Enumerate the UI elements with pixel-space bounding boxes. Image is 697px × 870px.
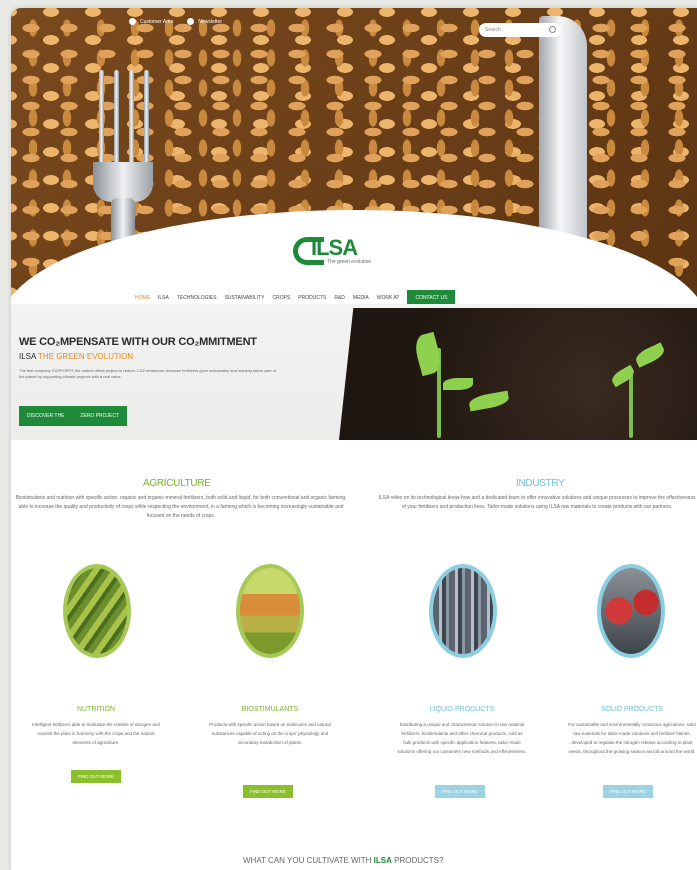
nutrition-image[interactable] <box>63 564 131 658</box>
nav-item-products[interactable]: PRODUCTS <box>298 295 326 301</box>
nav-item-technologies[interactable]: TECHNOLOGIES <box>177 295 217 301</box>
customer-area-link[interactable]: Customer Area <box>129 18 173 25</box>
promo-title: WE CO₂MPENSATE WITH OUR CO₂MMITMENT <box>19 336 257 348</box>
nav-item-work-at[interactable]: WORK AT <box>377 295 400 301</box>
promo-text: The first company SUPPORTS the carbon of… <box>19 368 277 379</box>
user-icon <box>129 18 136 25</box>
agriculture-title: AGRICULTURE <box>143 478 211 489</box>
nav-item-home[interactable]: HOME <box>135 295 150 301</box>
seedling-image <box>339 308 697 440</box>
solid-products-find-out-more-button[interactable]: FIND OUT MORE <box>603 785 653 798</box>
liquid-products-image[interactable] <box>429 564 497 658</box>
nutrition-find-out-more-button[interactable]: FIND OUT MORE <box>71 770 121 783</box>
nutrition-title: NUTRITION <box>76 706 116 713</box>
nav-item-media[interactable]: MEDIA <box>353 295 369 301</box>
liquid-products-title: LIQUID PRODUCTS <box>429 706 495 713</box>
solid-products-title: SOLID PRODUCTS <box>600 706 664 713</box>
newsletter-link[interactable]: Newsletter <box>187 18 222 25</box>
nutrition-text: Intelligent fertilizers able to modulate… <box>32 722 160 745</box>
industry-text: ILSA relies on its technological know-ho… <box>378 495 696 510</box>
cultivate-heading: WHAT CAN YOU CULTIVATE WITH ILSA PRODUCT… <box>243 856 444 865</box>
top-bar: Customer Area Newsletter <box>129 18 222 25</box>
agriculture-text: Biostimulants and nutrition with specifi… <box>15 495 347 519</box>
solid-products-text: For sustainable and environmentally cons… <box>568 722 696 754</box>
biostimulants-title: BIOSTIMULANTS <box>241 706 299 713</box>
ilsa-logo[interactable]: ILSA The green evolution <box>293 231 383 267</box>
nav-item-rd[interactable]: R&D <box>334 295 345 301</box>
nav-item-crops[interactable]: CROPS <box>273 295 291 301</box>
search-input[interactable]: Search <box>479 23 561 37</box>
promo-subtitle: ILSA THE GREEN EVOLUTION <box>19 352 134 361</box>
liquid-products-find-out-more-button[interactable]: FIND OUT MORE <box>435 785 485 798</box>
discover-zero-project-button[interactable]: DISCOVER THE ZERO PROJECT <box>19 406 128 426</box>
liquid-products-text: Distributing a unique and characteristic… <box>397 722 527 754</box>
page-frame: Customer Area Newsletter Search ILSA The… <box>11 8 697 870</box>
biostimulants-text: Products with specific action based on m… <box>209 722 331 745</box>
nav-item-sustainability[interactable]: SUSTAINABILITY <box>225 295 265 301</box>
nav-item-ilsa[interactable]: ILSA <box>158 295 169 301</box>
biostimulants-image[interactable] <box>236 564 304 658</box>
search-icon[interactable] <box>549 26 556 33</box>
mail-icon <box>187 18 195 25</box>
biostimulants-find-out-more-button[interactable]: FIND OUT MORE <box>243 785 293 798</box>
industry-title: INDUSTRY <box>516 478 565 489</box>
solid-products-image[interactable] <box>597 564 665 658</box>
